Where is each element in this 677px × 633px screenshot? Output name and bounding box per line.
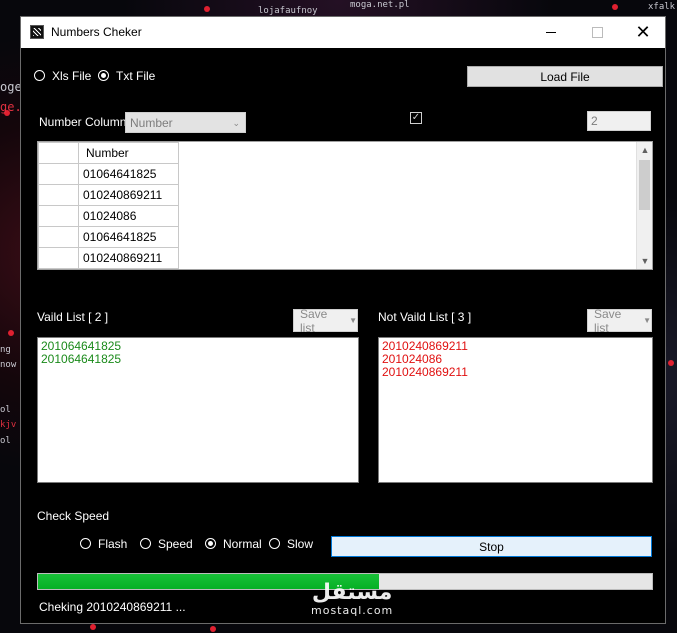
grid-cell[interactable]: 010240869211 bbox=[78, 247, 179, 269]
scroll-thumb[interactable] bbox=[639, 160, 650, 210]
maximize-button[interactable] bbox=[574, 17, 620, 48]
wallpaper-text: xfalk bbox=[648, 2, 676, 12]
chevron-down-icon: ⌄ bbox=[232, 118, 240, 128]
load-file-label: Load File bbox=[540, 69, 590, 84]
speed-radio-speed[interactable] bbox=[140, 538, 151, 549]
grid-cell[interactable]: 01064641825 bbox=[78, 163, 179, 185]
wallpaper-dot bbox=[8, 330, 14, 336]
invalid-save-label: Save list bbox=[594, 306, 622, 335]
numbers-grid[interactable]: Number 01064641825 010240869211 01024086… bbox=[37, 141, 653, 270]
speed-label-flash: Flash bbox=[98, 537, 128, 551]
check-speed-label: Check Speed bbox=[37, 509, 110, 523]
valid-list[interactable]: 201064641825 201064641825 bbox=[37, 337, 359, 483]
maximize-icon bbox=[591, 27, 603, 38]
row-header[interactable] bbox=[38, 163, 79, 185]
list-item[interactable]: 2010240869211 bbox=[382, 366, 649, 379]
stop-button[interactable]: Stop bbox=[331, 536, 652, 557]
close-icon: ✕ bbox=[635, 22, 651, 42]
invalid-save-button[interactable]: Save list ▼ bbox=[587, 306, 652, 335]
watermark-latin: mostaql.com bbox=[311, 604, 394, 617]
grid-column-header-label: Number bbox=[86, 146, 129, 160]
row-header[interactable] bbox=[38, 247, 79, 269]
chevron-down-icon: ▼ bbox=[643, 316, 651, 325]
numbers-table: Number 01064641825 010240869211 01024086… bbox=[38, 142, 179, 269]
speed-radio-slow[interactable] bbox=[269, 538, 280, 549]
speed-radio-flash[interactable] bbox=[80, 538, 91, 549]
chevron-down-icon: ▼ bbox=[349, 316, 357, 325]
table-row[interactable]: 010240869211 bbox=[38, 184, 179, 206]
watermark-logo: مستقل mostaql.com bbox=[311, 580, 394, 618]
status-text: Cheking 2010240869211 ... bbox=[39, 600, 186, 614]
app-window: Numbers Cheker ✕ Xls File Txt File Load … bbox=[20, 16, 666, 624]
column-checkbox[interactable]: ✓ bbox=[410, 112, 422, 124]
count-value: 2 bbox=[591, 114, 598, 128]
wallpaper-text: moga.net.pl bbox=[350, 0, 410, 10]
table-row[interactable]: 01064641825 bbox=[38, 163, 179, 185]
txt-file-radio[interactable] bbox=[98, 70, 109, 81]
row-header[interactable] bbox=[38, 205, 79, 227]
scroll-down-icon[interactable]: ▼ bbox=[637, 253, 652, 269]
watermark-arabic: مستقل bbox=[311, 580, 393, 605]
wallpaper-dot bbox=[204, 6, 210, 12]
title-bar[interactable]: Numbers Cheker ✕ bbox=[21, 17, 665, 48]
wallpaper-text: now bbox=[0, 360, 17, 370]
invalid-list-label: Not Vaild List [ 3 ] bbox=[378, 310, 472, 324]
close-button[interactable]: ✕ bbox=[620, 17, 666, 48]
number-column-label: Number Column bbox=[39, 115, 127, 129]
grid-cell[interactable]: 01064641825 bbox=[78, 226, 179, 248]
number-column-select[interactable]: Number ⌄ bbox=[125, 112, 246, 133]
txt-file-label: Txt File bbox=[116, 69, 156, 83]
wallpaper-dot bbox=[90, 624, 96, 630]
speed-radio-normal[interactable] bbox=[205, 538, 216, 549]
grid-scrollbar[interactable]: ▲ ▼ bbox=[636, 142, 652, 269]
grid-cell[interactable]: 01024086 bbox=[78, 205, 179, 227]
grid-corner bbox=[38, 142, 79, 164]
row-header[interactable] bbox=[38, 226, 79, 248]
wallpaper-text: ol bbox=[0, 405, 11, 415]
grid-cell[interactable]: 010240869211 bbox=[78, 184, 179, 206]
speed-label-slow: Slow bbox=[287, 537, 314, 551]
number-column-value: Number bbox=[130, 116, 173, 130]
table-row[interactable]: 01024086 bbox=[38, 205, 179, 227]
grid-column-header[interactable]: Number bbox=[78, 142, 179, 164]
wallpaper-text: lojafaufnoy bbox=[258, 6, 318, 16]
xls-file-label: Xls File bbox=[52, 69, 92, 83]
wallpaper-dot bbox=[612, 4, 618, 10]
table-row[interactable]: 010240869211 bbox=[38, 247, 179, 269]
table-row[interactable]: 01064641825 bbox=[38, 226, 179, 248]
wallpaper-text: ng bbox=[0, 345, 11, 355]
list-item[interactable]: 201064641825 bbox=[41, 353, 355, 366]
valid-save-button[interactable]: Save list ▼ bbox=[293, 306, 358, 335]
wallpaper-text: oge bbox=[0, 80, 22, 94]
valid-list-label: Vaild List [ 2 ] bbox=[37, 310, 109, 324]
invalid-list[interactable]: 2010240869211 201024086 2010240869211 bbox=[378, 337, 653, 483]
wallpaper-dot bbox=[668, 360, 674, 366]
wallpaper-dot bbox=[210, 626, 216, 632]
count-input[interactable]: 2 bbox=[587, 111, 651, 131]
valid-save-label: Save list bbox=[300, 306, 328, 335]
grid-header-row: Number bbox=[38, 142, 179, 164]
stop-label: Stop bbox=[479, 539, 504, 554]
window-title: Numbers Cheker bbox=[51, 25, 142, 39]
app-icon bbox=[30, 25, 44, 39]
minimize-icon bbox=[546, 32, 556, 33]
row-header[interactable] bbox=[38, 184, 79, 206]
speed-label-speed: Speed bbox=[158, 537, 193, 551]
xls-file-radio[interactable] bbox=[34, 70, 45, 81]
wallpaper-text: ol bbox=[0, 436, 11, 446]
wallpaper-text: kjv bbox=[0, 420, 17, 430]
speed-label-normal: Normal bbox=[223, 537, 262, 551]
minimize-button[interactable] bbox=[528, 17, 574, 48]
load-file-button[interactable]: Load File bbox=[467, 66, 663, 87]
scroll-up-icon[interactable]: ▲ bbox=[637, 142, 652, 158]
